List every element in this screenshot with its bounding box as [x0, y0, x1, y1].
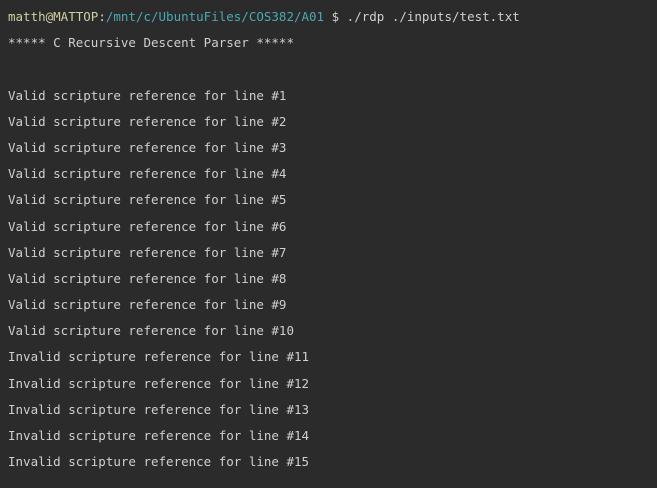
prompt-user-host: matth@MATTOP — [8, 9, 99, 24]
terminal-window[interactable]: matth@MATTOP:/mnt/c/UbuntuFiles/COS382/A… — [0, 0, 657, 488]
prompt-command: ./rdp ./inputs/test.txt — [346, 9, 520, 24]
output-line: Valid scripture reference for line #8 — [8, 270, 287, 286]
output-line: Valid scripture reference for line #1 — [8, 87, 287, 103]
output-line: Invalid scripture reference for line #13 — [8, 401, 310, 417]
output-line: Valid scripture reference for line #9 — [8, 297, 287, 313]
output-line: Valid scripture reference for line #7 — [8, 244, 287, 260]
output-line: Invalid scripture reference for line #15 — [8, 454, 310, 470]
output-line: Valid scripture reference for line #10 — [8, 323, 294, 339]
output-line: Valid scripture reference for line #4 — [8, 166, 287, 182]
prompt-line: matth@MATTOP:/mnt/c/UbuntuFiles/COS382/A… — [8, 4, 657, 30]
output-line: Valid scripture reference for line #6 — [8, 218, 287, 234]
program-output: Valid scripture reference for line #1 Val… — [8, 83, 657, 476]
output-line: Invalid scripture reference for line #12 — [8, 375, 310, 391]
output-line: Valid scripture reference for line #5 — [8, 192, 287, 208]
output-line: Valid scripture reference for line #3 — [8, 139, 287, 155]
output-line: Invalid scripture reference for line #14 — [8, 428, 310, 443]
prompt-symbol: $ — [324, 9, 347, 24]
prompt-separator: : — [98, 9, 106, 24]
output-line: Valid scripture reference for line #2 — [8, 113, 287, 129]
prompt-path: /mnt/c/UbuntuFiles/COS382/A01 — [105, 9, 325, 24]
output-line: Invalid scripture reference for line #11 — [8, 349, 310, 365]
program-banner: ***** C Recursive Descent Parser ***** — [8, 35, 294, 51]
